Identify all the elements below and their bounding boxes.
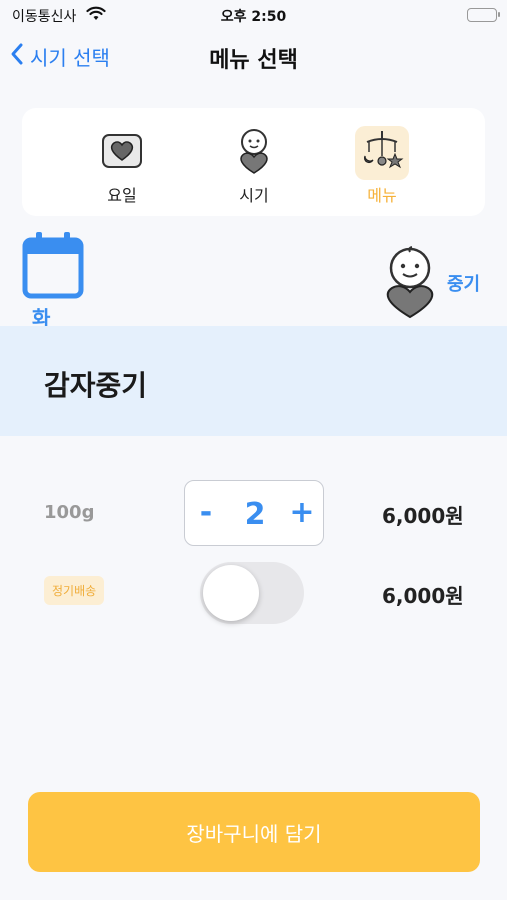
baby-heart-icon [378, 244, 442, 324]
step-indicator: 요일 시기 메뉴 [22, 108, 485, 216]
clock: 오후 2:50 [220, 9, 287, 25]
subscription-row: 정기배송 6,000원 [0, 562, 507, 624]
mobile-toy-icon [359, 128, 405, 178]
price-label: 6,000원 [382, 504, 464, 528]
menu-banner: 감자중기 [0, 326, 507, 436]
step-period[interactable]: 시기 [214, 126, 294, 206]
heart-box-icon [98, 129, 146, 177]
quantity-row: 100g - 2 + 6,000원 [0, 480, 507, 546]
navigation-bar: 시기 선택 메뉴 선택 [0, 36, 507, 76]
step-menu[interactable]: 메뉴 [342, 126, 422, 206]
toggle-knob [203, 565, 259, 621]
battery-icon [467, 8, 500, 22]
quantity-stepper: - 2 + [184, 480, 324, 546]
step-label: 메뉴 [367, 186, 397, 205]
page-title: 메뉴 선택 [209, 48, 298, 73]
selection-summary: 화 중기 [0, 226, 507, 330]
increment-button[interactable]: + [287, 495, 317, 531]
step-day[interactable]: 요일 [82, 126, 162, 206]
add-to-cart-button[interactable]: 장바구니에 담기 [28, 792, 480, 872]
subscription-price-label: 6,000원 [382, 584, 464, 608]
subscription-toggle[interactable] [200, 562, 304, 624]
step-label: 시기 [239, 186, 269, 205]
status-bar: 이동통신사 오후 2:50 [0, 0, 507, 30]
subscription-badge: 정기배송 [44, 576, 105, 605]
menu-name: 감자중기 [44, 369, 148, 402]
baby-heart-icon [232, 126, 276, 180]
selected-phase: 중기 [447, 274, 481, 295]
weight-label: 100g [44, 502, 95, 523]
calendar-icon [22, 230, 84, 304]
step-label: 요일 [107, 186, 137, 205]
